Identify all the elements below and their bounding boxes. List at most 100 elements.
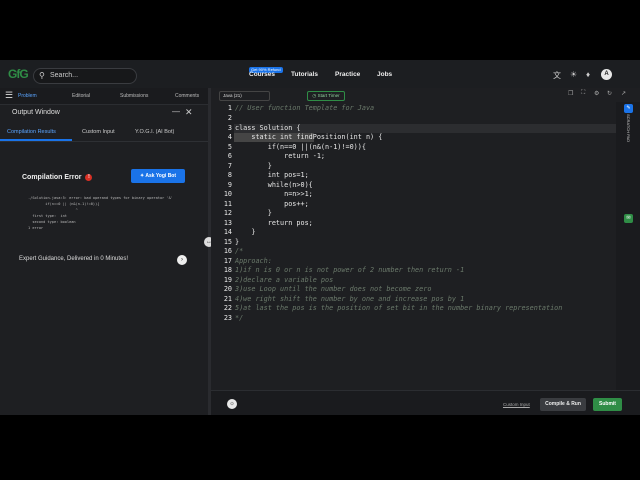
start-timer-label: Start Timer <box>317 93 340 98</box>
output-window: Output Window — ✕ Compilation Results Cu… <box>0 105 208 415</box>
theme-toggle-icon[interactable]: ☀ <box>570 70 577 79</box>
code-line: 1)if n is 0 or n is not power of 2 numbe… <box>235 266 465 274</box>
search-icon: ⚲ <box>39 71 45 80</box>
app-frame: GfG ⚲ Search... Get 90% Refund Courses T… <box>0 60 640 415</box>
compilation-error-heading: Compilation Error ! <box>22 174 93 181</box>
line-number: 3 <box>227 124 232 132</box>
code-line: 3)use Loop until the number does not bec… <box>235 285 432 293</box>
line-number: 22 <box>223 304 232 312</box>
nav-jobs[interactable]: Jobs <box>377 71 392 78</box>
code-line: } <box>235 209 272 217</box>
ask-yogi-bot-label: Ask Yogi Bot <box>145 173 177 179</box>
tab-custom-input[interactable]: Custom Input <box>82 129 115 135</box>
code-line: class Solution { <box>235 124 301 132</box>
tab-compilation-results[interactable]: Compilation Results <box>7 129 56 135</box>
expand-icon[interactable]: ↗ <box>621 90 626 97</box>
line-number: 4 <box>227 133 232 141</box>
line-number: 7 <box>227 162 232 170</box>
code-line: static int findPosition(int n) { <box>235 133 383 141</box>
problem-tabs: ☰ Problem Editorial Submissions Comments <box>0 88 208 105</box>
line-number: 2 <box>227 114 232 122</box>
start-timer-button[interactable]: ◷ Start Timer <box>307 91 345 101</box>
line-number: 20 <box>223 285 232 293</box>
line-number: 11 <box>223 200 232 208</box>
compile-run-button[interactable]: Compile & Run <box>540 398 586 411</box>
line-number: 10 <box>223 190 232 198</box>
expert-guidance-text: Expert Guidance, Delivered in 0 Minutes! <box>19 256 129 262</box>
code-line: 5)at last the pos is the position of set… <box>235 304 563 312</box>
editor-toolbar: Java (21) ◷ Start Timer ❐ ⛶ ⚙ ↻ ↗ <box>211 88 640 101</box>
tab-editorial[interactable]: Editorial <box>72 93 90 99</box>
nav-courses[interactable]: Courses <box>249 71 275 78</box>
editor-panel: Java (21) ◷ Start Timer ❐ ⛶ ⚙ ↻ ↗ 1 2 3 … <box>211 88 640 415</box>
left-panel: ☰ Problem Editorial Submissions Comments… <box>0 88 208 415</box>
ask-yogi-bot-button[interactable]: ✦ Ask Yogi Bot <box>131 169 185 183</box>
code-line: 2)declare a variable pos <box>235 276 334 284</box>
code-line: // User function Template for Java <box>235 104 375 112</box>
tab-problem[interactable]: Problem <box>18 93 37 99</box>
line-number: 15 <box>223 238 232 246</box>
settings-icon[interactable]: ⚙ <box>594 90 599 97</box>
search-input[interactable]: Search... <box>50 69 78 83</box>
code-editor[interactable]: 1 2 3 4 5 6 7 8 9 10 11 12 13 14 15 16 1… <box>211 102 616 390</box>
lightbulb-icon[interactable]: ☼ <box>227 399 237 409</box>
top-navbar: GfG ⚲ Search... Get 90% Refund Courses T… <box>0 60 640 89</box>
code-line: int pos=1; <box>235 171 309 179</box>
custom-input-link[interactable]: Custom Input <box>503 402 530 407</box>
tab-yogi-ai-bot[interactable]: Y.O.G.I. (AI Bot) <box>135 129 174 135</box>
notification-bell-icon[interactable]: ♦ <box>586 70 590 79</box>
line-number: 1 <box>227 104 232 112</box>
minimize-icon[interactable]: — <box>172 107 180 116</box>
copy-icon[interactable]: ❐ <box>568 90 573 97</box>
output-window-title: Output Window <box>12 109 60 116</box>
code-line: if(n==0 ||(n&(n-1)!=0)){ <box>235 143 366 151</box>
code-line: /* <box>235 247 244 255</box>
language-select[interactable]: Java (21) <box>219 91 270 101</box>
line-number: 5 <box>227 143 232 151</box>
line-number: 23 <box>223 314 232 322</box>
code-line: } <box>235 162 272 170</box>
code-line: } <box>235 228 256 236</box>
editor-side-rail: ✎ SCRATCH PAD ✉ <box>616 102 640 390</box>
chat-icon[interactable]: ✉ <box>624 214 633 223</box>
fullscreen-icon[interactable]: ⛶ <box>581 90 585 97</box>
menu-icon[interactable]: ☰ <box>5 90 13 101</box>
line-number: 13 <box>223 219 232 227</box>
line-number: 18 <box>223 266 232 274</box>
compiler-error-output: ./Solution.java:5: error: bad operand ty… <box>28 196 173 230</box>
line-number: 14 <box>223 228 232 236</box>
search-bar[interactable]: ⚲ Search... <box>33 68 137 84</box>
user-avatar[interactable]: A <box>601 69 612 80</box>
nav-tutorials[interactable]: Tutorials <box>291 71 318 78</box>
gfg-logo[interactable]: GfG <box>8 67 29 81</box>
tab-submissions[interactable]: Submissions <box>120 93 148 99</box>
translate-icon[interactable]: 文 <box>553 70 561 81</box>
error-icon: ! <box>85 174 93 181</box>
output-tabs: Compilation Results Custom Input Y.O.G.I… <box>0 124 208 142</box>
scratch-pad-label[interactable]: SCRATCH PAD <box>626 114 631 142</box>
code-line: Approach: <box>235 257 272 265</box>
compilation-error-title: Compilation Error <box>22 174 82 181</box>
scratch-pad-icon[interactable]: ✎ <box>624 104 633 113</box>
code-line: pos++; <box>235 200 309 208</box>
submit-button[interactable]: Submit <box>593 398 622 411</box>
line-number: 17 <box>223 257 232 265</box>
code-line: return -1; <box>235 152 326 160</box>
code-line: return pos; <box>235 219 313 227</box>
close-icon[interactable]: ✕ <box>185 107 193 118</box>
code-line: n=n>>1; <box>235 190 313 198</box>
line-number: 6 <box>227 152 232 160</box>
line-number: 9 <box>227 181 232 189</box>
line-number: 12 <box>223 209 232 217</box>
editor-footer: ☼ Custom Input Compile & Run Submit <box>211 390 640 415</box>
line-number: 19 <box>223 276 232 284</box>
code-line: */ <box>235 314 244 322</box>
nav-practice[interactable]: Practice <box>335 71 360 78</box>
active-tab-indicator <box>0 139 72 141</box>
code-line: 4)we right shift the number by one and i… <box>235 295 465 303</box>
tab-comments[interactable]: Comments <box>175 93 199 99</box>
arrow-right-icon[interactable]: › <box>177 255 187 265</box>
reset-icon[interactable]: ↻ <box>607 90 612 97</box>
code-line: } <box>235 238 240 246</box>
code-line: while(n>0){ <box>235 181 313 189</box>
